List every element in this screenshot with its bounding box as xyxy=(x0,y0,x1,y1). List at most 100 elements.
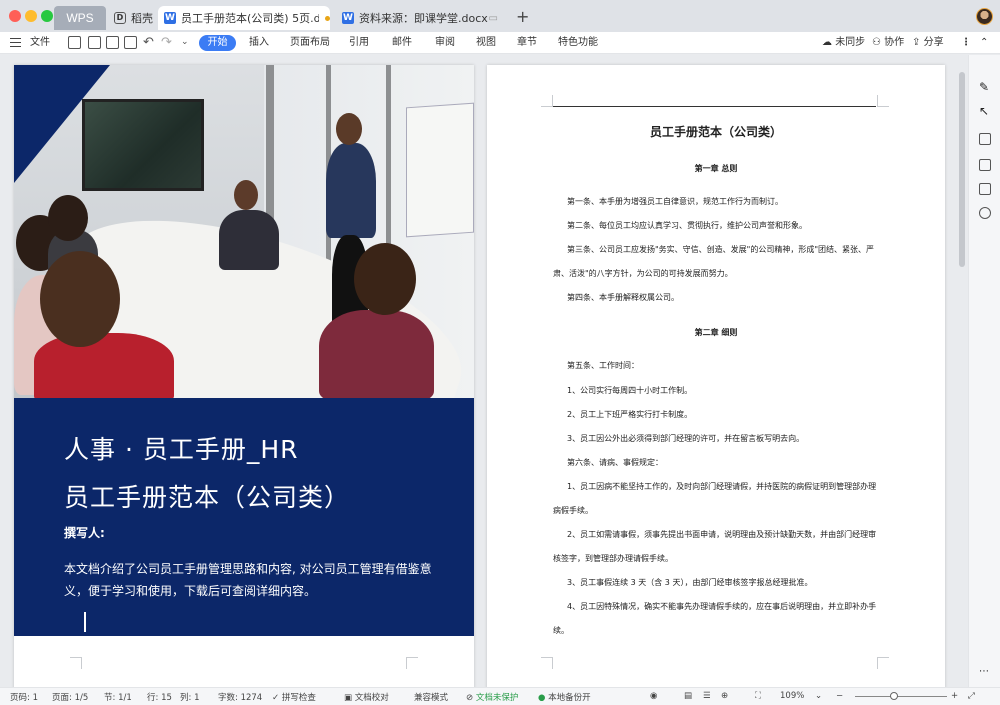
cover-title-line2[interactable]: 员工手册范本（公司类） xyxy=(64,478,350,514)
tab-insert[interactable]: 插入 xyxy=(249,35,269,51)
title-bar: WPS D 稻壳 W 员工手册范本(公司类) 5页.doc W 资料来源：即课学… xyxy=(0,0,1000,32)
tab-chapter[interactable]: 章节 xyxy=(517,35,537,51)
tab-label: WPS xyxy=(66,11,94,25)
pen-icon[interactable]: ✎ xyxy=(979,81,991,93)
proofread-button[interactable]: ▣ 文档校对 xyxy=(344,691,389,703)
chapter-heading[interactable]: 第二章 细则 xyxy=(487,327,945,338)
chapter-heading[interactable]: 第一章 总则 xyxy=(487,163,945,174)
tab-document-active[interactable]: W 员工手册范本(公司类) 5页.doc xyxy=(158,6,330,30)
paragraph[interactable]: 第五条、工作时间： xyxy=(567,360,887,372)
menu-toolbar: 文件 ↶ ↷ ⌄ 开始 插入 页面布局 引用 邮件 审阅 视图 章节 特色功能 … xyxy=(0,32,1000,54)
print-preview-icon[interactable] xyxy=(124,36,137,49)
paragraph[interactable]: 3、员工事假连续 3 天（含 3 天），由部门经审核签字报总经理批准。 xyxy=(567,577,887,589)
redo-icon[interactable]: ↷ xyxy=(161,35,172,50)
status-pages[interactable]: 页面: 1/5 xyxy=(52,691,88,703)
spell-check-icon: ✓ xyxy=(272,693,280,703)
photo-head xyxy=(336,113,362,145)
undo-icon[interactable]: ↶ xyxy=(143,35,154,50)
zoom-level[interactable]: 109% xyxy=(780,691,804,701)
paragraph[interactable]: 核签字，到管理部办理请假手续。 xyxy=(553,553,873,565)
page-margin-corner xyxy=(877,95,889,107)
style-icon[interactable] xyxy=(979,183,991,195)
zoom-slider-track[interactable] xyxy=(855,696,947,697)
compat-mode: 兼容模式 xyxy=(414,693,449,703)
share-button[interactable]: ⇪ 分享 xyxy=(912,35,944,51)
paragraph[interactable]: 第三条、公司员工应发扬"务实、守信、创造、发展"的公司精神，形成"团结、紧张、严 xyxy=(567,244,897,256)
eye-protect-icon[interactable]: ◉ xyxy=(650,691,657,701)
tab-page-layout[interactable]: 页面布局 xyxy=(290,35,330,51)
collapse-ribbon-icon[interactable]: ⌃ xyxy=(980,35,988,51)
save-icon[interactable] xyxy=(68,36,81,49)
tab-view[interactable]: 视图 xyxy=(476,35,496,51)
tab-review[interactable]: 审阅 xyxy=(435,35,455,51)
paragraph[interactable]: 2、员工上下班严格实行打卡制度。 xyxy=(567,409,887,421)
user-avatar[interactable] xyxy=(976,8,993,25)
fit-page-icon[interactable]: ⛶ xyxy=(755,691,761,701)
spell-check-button[interactable]: ✓ 拼写检查 xyxy=(272,691,316,703)
paragraph[interactable]: 3、员工因公外出必须得到部门经理的许可，并在留言板写明去向。 xyxy=(567,433,887,445)
paragraph[interactable]: 第四条、本手册解释权属公司。 xyxy=(567,292,887,304)
zoom-dropdown-icon[interactable]: ⌄ xyxy=(815,691,822,701)
zoom-slider-knob[interactable] xyxy=(890,692,898,700)
tab-reference[interactable]: 引用 xyxy=(349,35,369,51)
more-vertical-icon[interactable]: ⋮ xyxy=(961,35,971,51)
paragraph[interactable]: 1、公司实行每周四十小时工作制。 xyxy=(567,385,887,397)
local-backup-button[interactable]: ● 本地备份开 xyxy=(538,691,591,703)
menu-file[interactable]: 文件 xyxy=(30,35,50,51)
page-view-icon[interactable]: ▤ xyxy=(684,691,692,701)
cover-author[interactable]: 撰写人: xyxy=(64,524,105,541)
more-dots-icon[interactable]: ⋯ xyxy=(979,667,991,679)
sync-button[interactable]: ☁ 未同步 xyxy=(822,35,865,51)
history-icon[interactable] xyxy=(979,207,991,219)
tab-mail[interactable]: 邮件 xyxy=(392,35,412,51)
zoom-out-button[interactable]: − xyxy=(836,691,843,701)
web-view-icon[interactable]: ⊕ xyxy=(721,691,728,701)
cover-page[interactable]: 人事 · 员工手册_HR 员工手册范本（公司类） 撰写人: 本文档介绍了公司员工… xyxy=(14,65,474,687)
more-quick-icon[interactable]: ⌄ xyxy=(181,37,189,47)
backup-icon: ● xyxy=(538,693,546,703)
status-section: 节: 1/1 xyxy=(104,693,132,703)
paragraph[interactable]: 1、员工因病不能坚持工作的，及时向部门经理请假，并持医院的病假证明到管理部办理 xyxy=(567,481,897,493)
tab-label: 资料来源：即课学堂.docx xyxy=(359,12,488,25)
document-workspace[interactable]: 人事 · 员工手册_HR 员工手册范本（公司类） 撰写人: 本文档介绍了公司员工… xyxy=(0,55,968,687)
paragraph[interactable]: 肃、活泼"的八字方针，为公司的可持发展而努力。 xyxy=(553,268,873,280)
minimize-window-button[interactable] xyxy=(25,10,37,22)
maximize-window-button[interactable] xyxy=(41,10,53,22)
status-word-count[interactable]: 字数: 1274 xyxy=(218,691,262,703)
paragraph[interactable]: 第二条、每位员工均应认真学习、贯彻执行，维护公司声誉和形象。 xyxy=(567,220,887,232)
export-pdf-icon[interactable] xyxy=(88,36,101,49)
content-page[interactable]: 员工手册范本（公司类） 第一章 总则 第一条、本手册为增强员工自律意识，规范工作… xyxy=(487,65,945,687)
tab-monitor-icon[interactable]: ▭ xyxy=(489,13,498,24)
zoom-in-button[interactable]: + xyxy=(951,691,958,701)
paragraph[interactable]: 第一条、本手册为增强员工自律意识，规范工作行为而制订。 xyxy=(567,196,887,208)
doc-protect-button[interactable]: ⊘ 文档未保护 xyxy=(466,691,518,703)
new-tab-button[interactable]: + xyxy=(516,7,529,26)
cover-description[interactable]: 本文档介绍了公司员工手册管理思路和内容, 对公司员工管理有借鉴意义，便于学习和使… xyxy=(64,558,434,602)
tab-daoke[interactable]: D 稻壳 xyxy=(110,6,156,30)
tab-document-2[interactable]: W 资料来源：即课学堂.docx ▭ xyxy=(336,6,506,30)
print-icon[interactable] xyxy=(106,36,119,49)
page-margin-corner xyxy=(70,657,82,669)
close-window-button[interactable] xyxy=(9,10,21,22)
outline-view-icon[interactable]: ☰ xyxy=(703,691,711,701)
tab-start[interactable]: 开始 xyxy=(199,35,236,51)
tab-wps-home[interactable]: WPS xyxy=(54,6,106,30)
sliders-icon[interactable] xyxy=(979,133,991,145)
paragraph[interactable]: 4、员工因特殊情况，确实不能事先办理请假手续的，应在事后说明理由，并立即补办手 xyxy=(567,601,897,613)
image-icon[interactable] xyxy=(979,159,991,171)
paragraph[interactable]: 第六条、请病、事假规定： xyxy=(567,457,887,469)
fullscreen-icon[interactable]: ⤢ xyxy=(968,691,975,701)
cover-title-line1[interactable]: 人事 · 员工手册_HR xyxy=(64,430,299,466)
paragraph[interactable]: 2、员工如需请事假，须事先提出书面申请，说明理由及预计缺勤天数，并由部门经理审 xyxy=(567,529,897,541)
paragraph[interactable]: 续。 xyxy=(553,625,873,637)
share-icon: ⇪ xyxy=(912,37,921,48)
scrollbar-thumb[interactable] xyxy=(959,72,965,267)
select-cursor-icon[interactable]: ↖ xyxy=(979,105,991,117)
backup-label: 本地备份开 xyxy=(548,693,591,703)
menu-icon[interactable] xyxy=(10,38,21,47)
daoke-icon: D xyxy=(114,12,126,24)
paragraph[interactable]: 病假手续。 xyxy=(553,505,873,517)
doc-title[interactable]: 员工手册范本（公司类） xyxy=(487,123,945,140)
tab-features[interactable]: 特色功能 xyxy=(558,35,598,51)
collab-button[interactable]: ⚇ 协作 xyxy=(872,35,904,51)
